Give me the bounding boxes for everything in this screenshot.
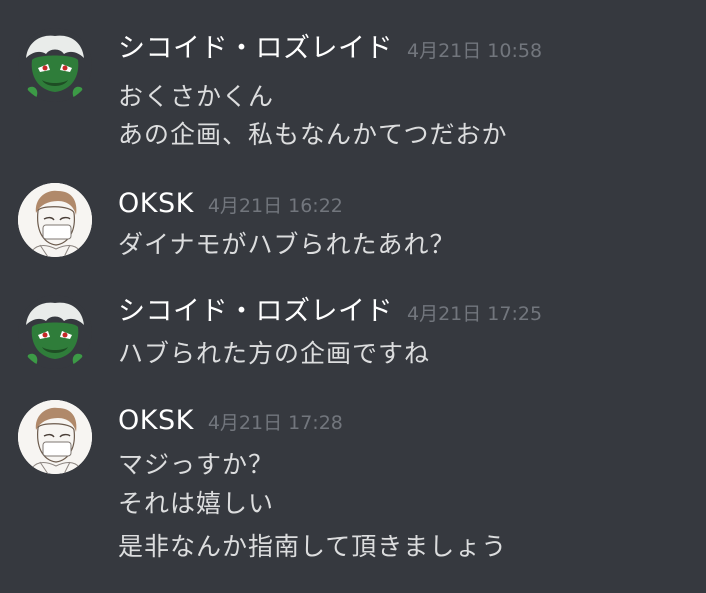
masked-man-avatar-icon	[18, 400, 92, 474]
message-header: OKSK 4月21日 16:22	[118, 188, 343, 220]
message-text: 是非なんか指南して頂きましょう	[118, 532, 508, 561]
username[interactable]: OKSK	[118, 405, 194, 437]
chat-message-list: シコイド・ロズレイド 4月21日 10:58 おくさかくん あの企画、私もなんか…	[0, 0, 706, 593]
timestamp: 4月21日 17:28	[207, 412, 343, 434]
message-header: OKSK 4月21日 17:28	[118, 405, 343, 437]
avatar[interactable]	[18, 295, 92, 369]
message-text: あの企画、私もなんかてつだおか	[118, 120, 508, 149]
green-creature-avatar-icon	[18, 295, 92, 369]
username[interactable]: シコイド・ロズレイド	[118, 296, 393, 328]
message-text: マジっすか？	[118, 450, 275, 479]
message-header: シコイド・ロズレイド 4月21日 17:25	[118, 296, 542, 328]
avatar[interactable]	[18, 28, 92, 102]
message-text: それは嬉しい	[118, 489, 275, 518]
green-creature-avatar-icon	[18, 28, 92, 102]
message-text: おくさかくん	[118, 82, 275, 111]
timestamp: 4月21日 17:25	[407, 303, 543, 325]
message-text: ハブられた方の企画ですね	[118, 339, 431, 368]
avatar[interactable]	[18, 400, 92, 474]
message-text: ダイナモがハブられたあれ？	[118, 230, 456, 259]
message-header: シコイド・ロズレイド 4月21日 10:58	[118, 33, 542, 65]
masked-man-avatar-icon	[18, 183, 92, 257]
avatar[interactable]	[18, 183, 92, 257]
username[interactable]: シコイド・ロズレイド	[118, 33, 393, 65]
timestamp: 4月21日 16:22	[207, 195, 343, 217]
username[interactable]: OKSK	[118, 188, 194, 220]
timestamp: 4月21日 10:58	[407, 40, 543, 62]
